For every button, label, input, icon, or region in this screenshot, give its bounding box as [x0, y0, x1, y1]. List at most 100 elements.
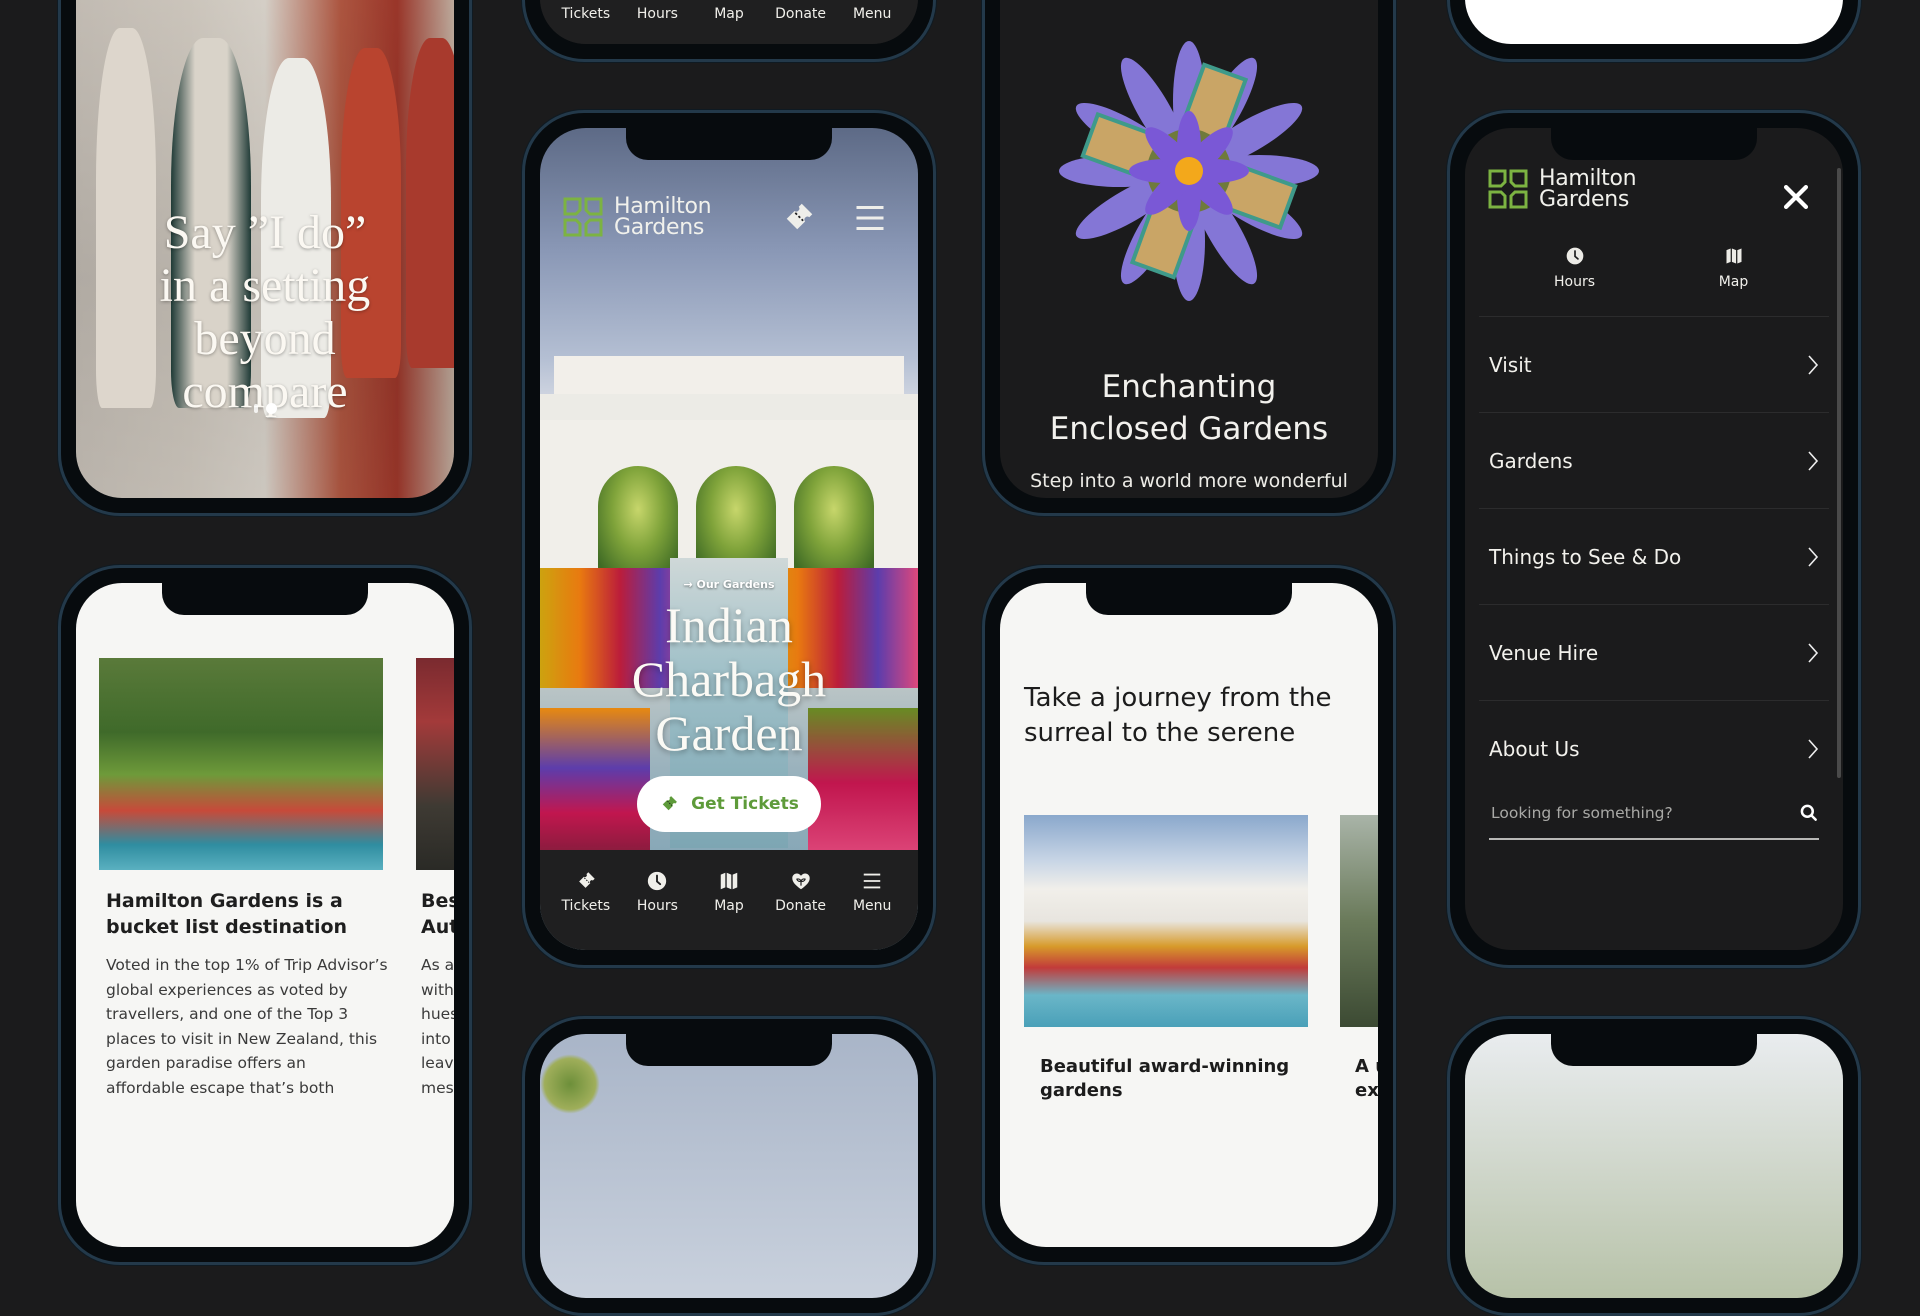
body-line: As a	[421, 956, 454, 974]
nav-menu[interactable]: Menu	[838, 850, 906, 914]
nav-label: Tickets	[561, 6, 611, 22]
phone-nav-screen: Tickets Hours Map Donate Menu	[522, 0, 936, 62]
site-logo[interactable]: Hamilton Gardens	[562, 196, 712, 240]
breadcrumb-label: Our Gardens	[696, 578, 775, 591]
body-line: with	[421, 980, 454, 999]
phone-notch	[162, 583, 368, 615]
phone-hero-screen: Hamilton Gardens → Our Gardens Indian Ch…	[522, 110, 936, 968]
nav-tickets[interactable]: Tickets	[552, 850, 620, 914]
body-line: hues	[421, 1005, 454, 1023]
caption-line: Beautiful award-winning	[1040, 1056, 1290, 1077]
menu-item-gardens[interactable]: Gardens	[1479, 412, 1829, 508]
hamburger-icon[interactable]	[852, 200, 888, 236]
body-line: into	[421, 1029, 451, 1048]
nav-donate[interactable]: Donate	[767, 6, 835, 22]
logo-line: Gardens	[1539, 187, 1629, 212]
nav-label: Map	[714, 898, 744, 914]
couple-garden-photo[interactable]	[99, 658, 383, 870]
menu-item-things-to-see-do[interactable]: Things to See & Do	[1479, 508, 1829, 604]
chevron-right-icon	[1805, 449, 1821, 473]
card-title[interactable]: Hamilton Gardens is a bucket list destin…	[106, 888, 347, 940]
logo-line: Hamilton	[1539, 166, 1637, 191]
quick-link-hours[interactable]: Hours	[1515, 246, 1635, 290]
title-line: Bes	[421, 890, 454, 912]
nav-hours[interactable]: Hours	[623, 850, 691, 914]
nav-map[interactable]: Map	[695, 6, 763, 22]
quick-link-label: Hours	[1553, 274, 1595, 290]
phone-peek-screen	[522, 1016, 936, 1316]
menu-item-label: Things to See & Do	[1489, 544, 1682, 569]
bottom-nav: Tickets Hours Map Donate Menu	[540, 0, 918, 44]
caption-line: exp	[1355, 1080, 1378, 1101]
search-input[interactable]	[1489, 803, 1753, 823]
menu-item-label: Venue Hire	[1489, 640, 1599, 665]
heart-sprout-icon	[790, 870, 812, 892]
phone-menu-screen: Hamilton Gardens Hours Map Visit Gardens	[1447, 110, 1861, 968]
menu-scrollbar[interactable]	[1837, 168, 1841, 778]
nav-donate[interactable]: Donate	[767, 850, 835, 914]
search-bar	[1489, 788, 1819, 840]
foliage-image	[540, 1054, 600, 1114]
quick-links: Hours Map	[1465, 246, 1843, 290]
wedding-hero: Say ”I do” in a setting beyond compare	[76, 0, 454, 498]
chevron-right-icon	[1805, 353, 1821, 377]
carousel-dot-active[interactable]	[265, 403, 277, 415]
autumn-garden-photo[interactable]	[416, 658, 454, 870]
caption-line: A u	[1355, 1056, 1378, 1077]
logo-line: Gardens	[614, 215, 704, 240]
nav-label: Menu	[852, 898, 892, 914]
ticket-icon	[575, 870, 597, 892]
menu-item-label: About Us	[1489, 736, 1580, 761]
carousel-dot[interactable]	[253, 404, 258, 414]
search-icon[interactable]	[1799, 803, 1819, 823]
quick-link-map[interactable]: Map	[1674, 246, 1794, 290]
garden-photo[interactable]	[1340, 815, 1378, 1027]
clock-icon	[646, 870, 668, 892]
title-line: Enclosed Gardens	[1049, 411, 1329, 447]
chevron-right-icon	[1805, 737, 1821, 761]
phone-partial-screen	[1447, 0, 1861, 62]
nav-map[interactable]: Map	[695, 850, 763, 914]
menu-item-label: Gardens	[1489, 448, 1573, 473]
nav-label: Map	[714, 6, 744, 22]
nav-menu[interactable]: Menu	[838, 6, 906, 22]
lotus-artwork-image	[1059, 41, 1319, 301]
nav-label: Tickets	[561, 898, 611, 914]
logo-text: Hamilton Gardens	[1539, 166, 1637, 212]
breadcrumb[interactable]: → Our Gardens	[540, 578, 918, 591]
card-body: Voted in the top 1% of Trip Advisor’s gl…	[106, 953, 396, 1100]
close-menu-button[interactable]	[1779, 180, 1813, 214]
title-line: in a setting	[159, 259, 371, 312]
nav-label: Donate	[775, 898, 827, 914]
card-caption[interactable]: Beautiful award-winning gardens	[1040, 1055, 1289, 1103]
menu-item-visit[interactable]: Visit	[1479, 316, 1829, 412]
hamburger-icon	[861, 870, 883, 892]
title-line: Hamilton Gardens is a	[106, 890, 343, 912]
card-caption[interactable]: A u exp	[1355, 1055, 1378, 1103]
card-title[interactable]: Bes Aut	[421, 888, 454, 940]
nav-label: Menu	[852, 6, 892, 22]
main-menu: Visit Gardens Things to See & Do Venue H…	[1479, 316, 1829, 796]
caption-line: gardens	[1040, 1080, 1123, 1101]
menu-item-about-us[interactable]: About Us	[1479, 700, 1829, 796]
charbagh-garden-photo[interactable]	[1024, 815, 1308, 1027]
nav-label: Hours	[636, 6, 678, 22]
menu-item-label: Visit	[1489, 352, 1532, 377]
close-icon	[1783, 184, 1809, 210]
nav-tickets[interactable]: Tickets	[552, 6, 620, 22]
chevron-right-icon	[1805, 641, 1821, 665]
title-line: Charbagh	[631, 651, 827, 707]
phone-wedding-screen: Say ”I do” in a setting beyond compare	[58, 0, 472, 516]
body-line: mes	[421, 1078, 454, 1097]
title-line: beyond	[194, 312, 336, 365]
ticket-icon	[659, 794, 679, 814]
ticket-icon[interactable]	[780, 200, 816, 236]
menu-item-venue-hire[interactable]: Venue Hire	[1479, 604, 1829, 700]
subtitle-line: Step into a world more wonderful	[1030, 470, 1348, 492]
bottom-nav: Tickets Hours Map Donate Menu	[540, 850, 918, 950]
quick-link-label: Map	[1718, 274, 1749, 290]
nav-hours[interactable]: Hours	[623, 6, 691, 22]
get-tickets-button[interactable]: Get Tickets	[637, 776, 821, 832]
title-line: Enchanting	[1101, 369, 1277, 405]
site-logo[interactable]: Hamilton Gardens	[1487, 166, 1637, 212]
